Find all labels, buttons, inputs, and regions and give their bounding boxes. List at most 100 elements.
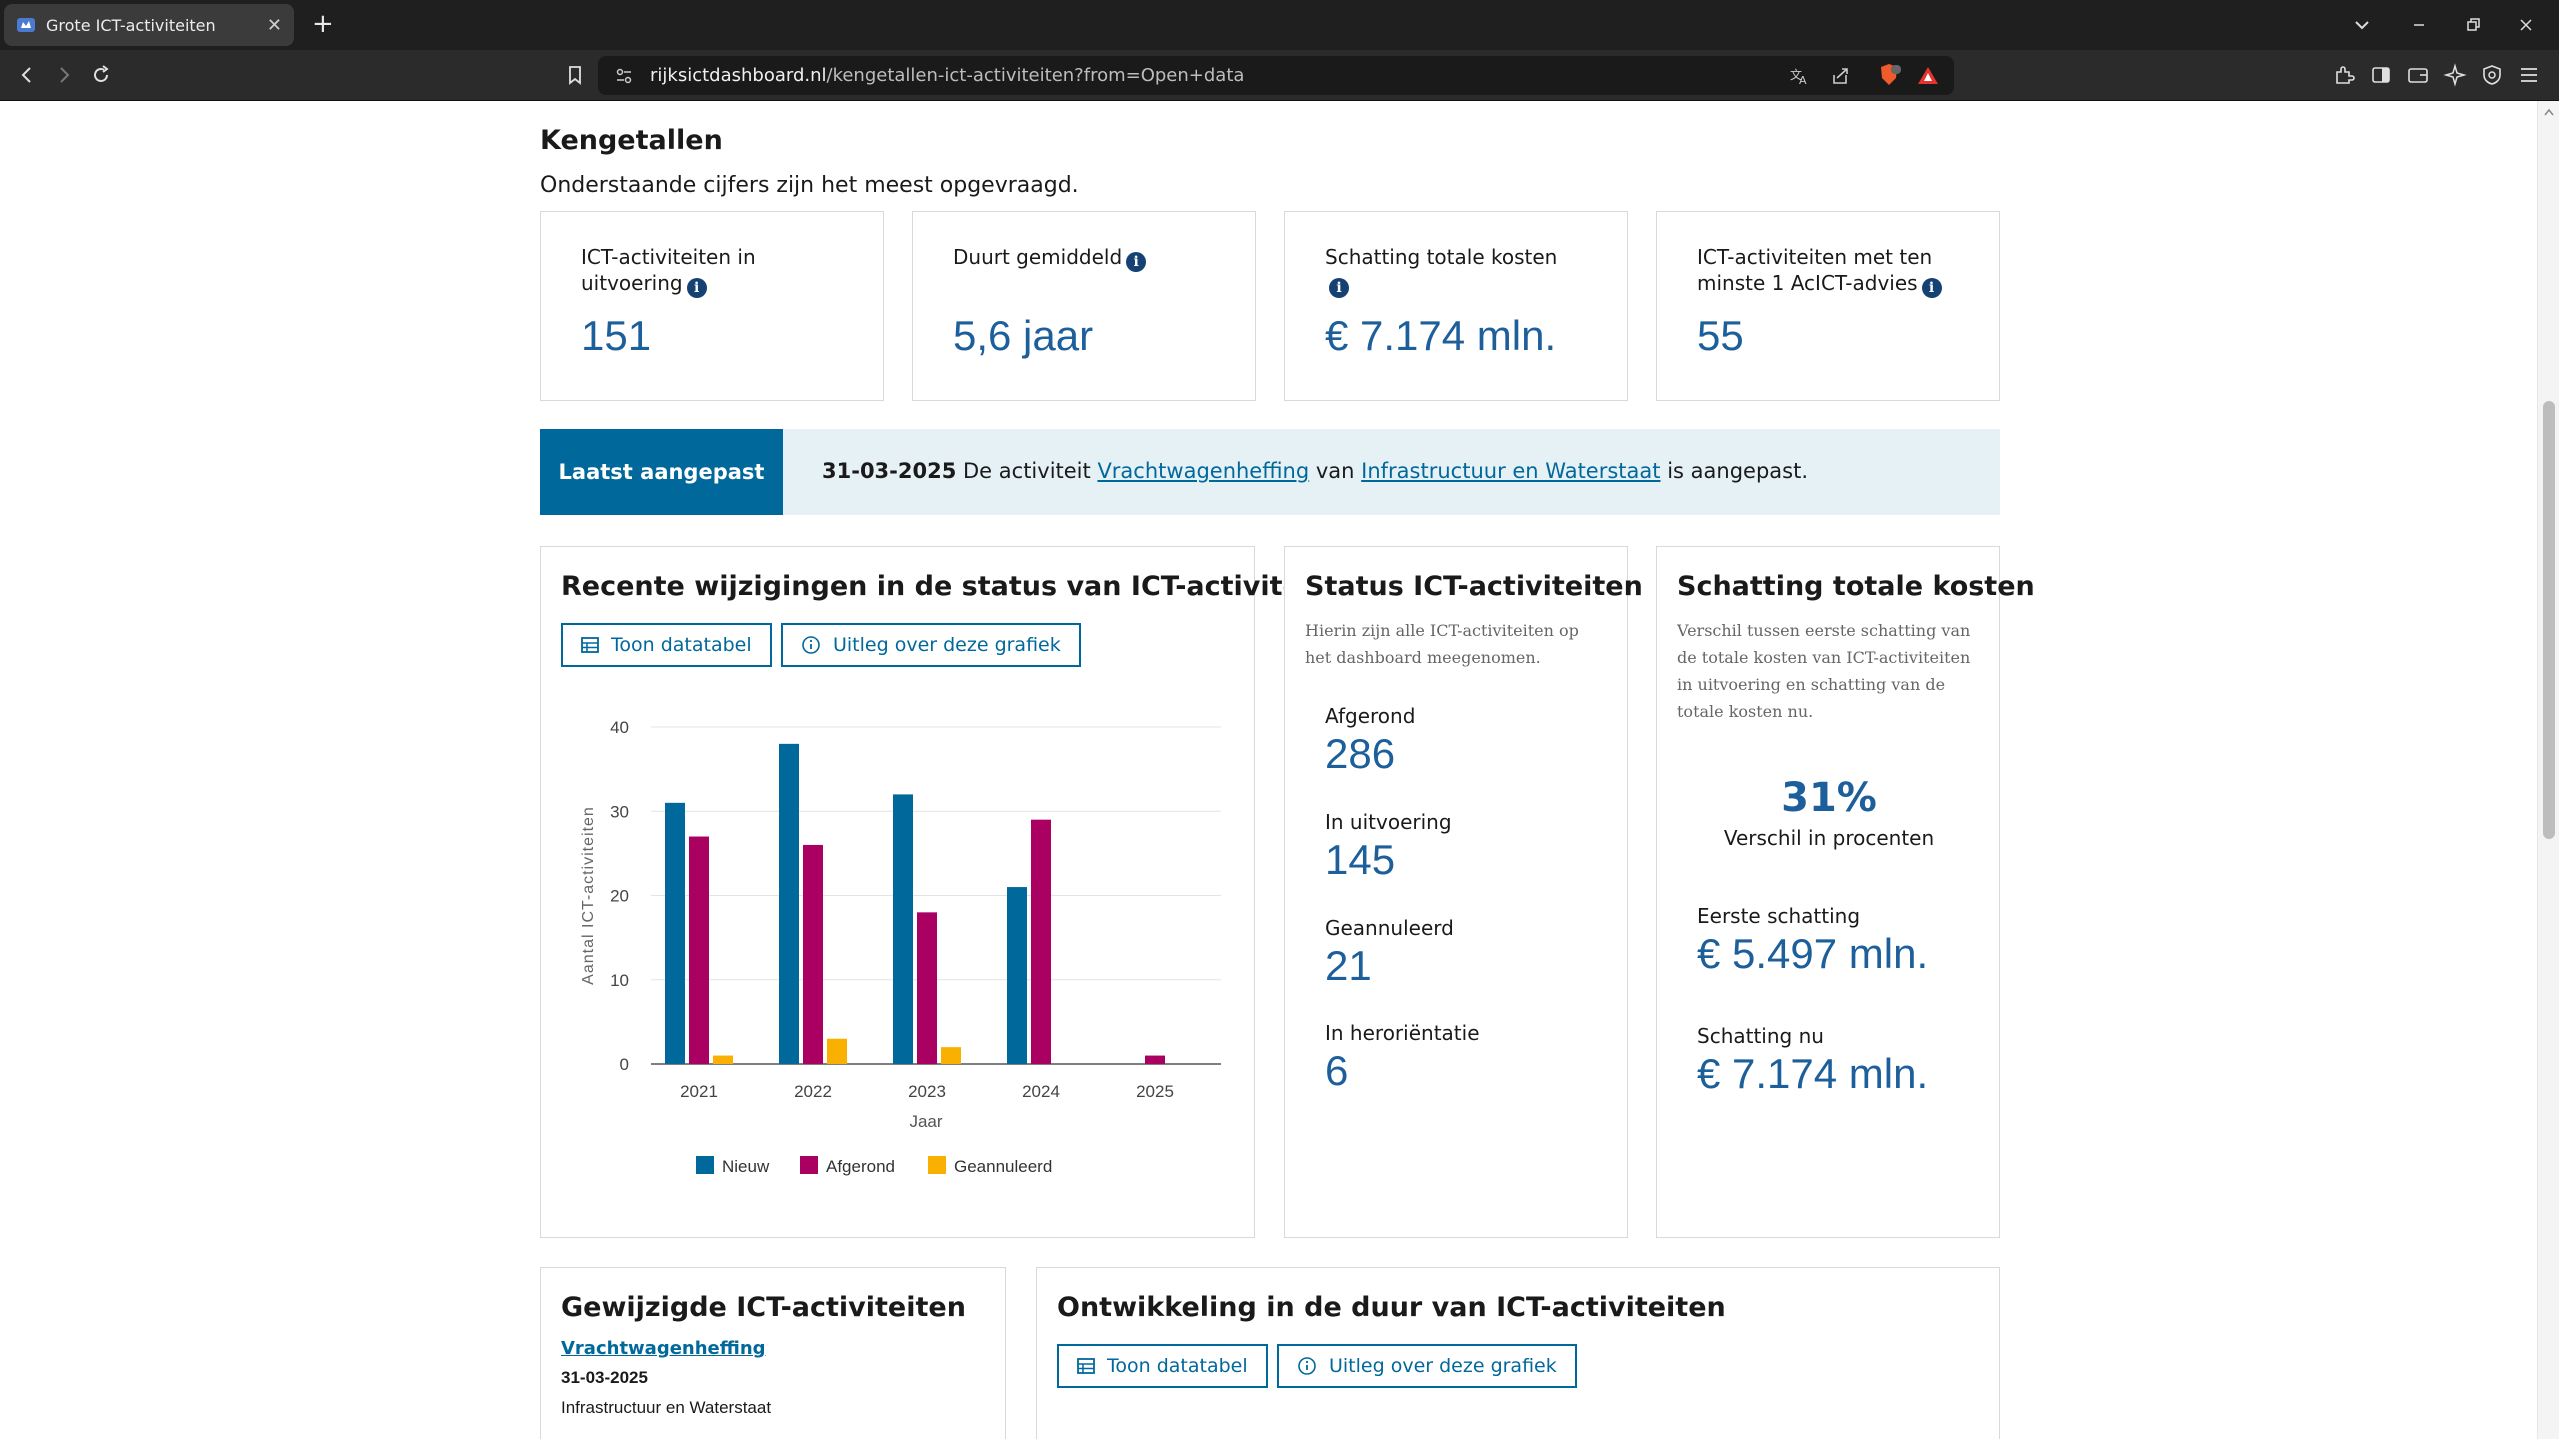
site-settings-icon[interactable] [614,66,634,86]
recent-changes-card: Recente wijzigingen in de status van ICT… [540,546,1361,1238]
svg-text:A: A [1799,74,1807,87]
changed-activity-link-text[interactable]: Vrachtwagenheffing [561,1338,766,1359]
tab-close-icon[interactable]: ✕ [267,15,282,36]
bar-afgerond-2024 [1031,819,1051,1064]
info-icon[interactable]: i [1126,252,1147,272]
changed-activity-link[interactable]: Vrachtwagenheffing [561,1338,766,1359]
cost-difference-label: Verschil in procenten [1723,826,1935,850]
kpi-card-duur: Duurt gemiddeld i 5,6 jaar [912,211,1256,401]
bar-nieuw-2021 [665,802,685,1064]
bar-afgerond-2023 [917,912,937,1064]
changed-activities-card: Gewijzigde ICT-activiteiten Vrachtwagenh… [540,1267,1006,1439]
kpi-label: ICT-activiteiten in uitvoering i [581,244,831,298]
cost-estimate-description: Verschil tussen eerste schatting van de … [1677,621,1971,721]
kpi-card-in-uitvoering: ICT-activiteiten in uitvoering i 151 [540,211,884,401]
back-icon[interactable] [15,63,39,87]
kpi-label-text: ICT-activiteiten met ten minste 1 AcICT-… [1697,245,1933,295]
explain-chart-button[interactable]: Uitleg over deze grafiek [781,623,1081,667]
restore-icon[interactable] [2464,16,2482,34]
bookmark-icon[interactable] [563,63,587,87]
browser-toolbar: rijksictdashboard.nl/kengetallen-ict-act… [0,50,2559,101]
info-circle-icon [801,635,821,655]
status-value-afgerond: 286 [1325,730,1396,777]
bar-geannuleerd-2022 [827,1038,847,1064]
bar-geannuleerd-2021 [713,1055,733,1064]
last-modified-banner: Laatst aangepast 31-03-2025 De activitei… [540,429,2000,515]
info-icon[interactable]: i [686,278,707,298]
kpi-label: ICT-activiteiten met ten minste 1 AcICT-… [1697,244,1947,298]
legend-swatch-nieuw [696,1156,714,1174]
banner-text-1: De activiteit [963,459,1091,483]
browser-tab-bar: Grote ICT-activiteiten ✕ + [0,0,2559,50]
address-bar[interactable]: rijksictdashboard.nl/kengetallen-ict-act… [598,56,1954,95]
x-tick-label: 2024 [1022,1082,1060,1101]
status-label-in-uitvoering: In uitvoering [1325,810,1452,834]
menu-icon[interactable] [2517,63,2541,87]
sidebar-icon[interactable] [2369,63,2393,87]
kpi-value: 5,6 jaar [953,312,1094,359]
status-description: Hierin zijn alle ICT-activiteiten op het… [1305,621,1579,667]
vpn-shield-icon[interactable] [2480,63,2504,87]
duration-explain-chart-button[interactable]: Uitleg over deze grafiek [1277,1344,1577,1388]
legend-swatch-afgerond [800,1156,818,1174]
scrollbar-thumb[interactable] [2543,401,2555,839]
translate-icon[interactable]: 文A [1788,65,1810,87]
browser-tab[interactable]: Grote ICT-activiteiten ✕ [4,4,294,46]
bar-nieuw-2023 [893,794,913,1064]
x-tick-label: 2021 [680,1082,718,1101]
status-label-afgerond: Afgerond [1325,704,1416,728]
kpi-card-acict-advies: ICT-activiteiten met ten minste 1 AcICT-… [1656,211,2000,401]
legend-label-afgerond: Afgerond [826,1157,895,1176]
bar-afgerond-2025 [1145,1055,1165,1064]
explain-chart-label: Uitleg over deze grafiek [833,634,1061,656]
x-tick-label: 2022 [794,1082,832,1101]
kpi-card-kosten: Schatting totale kosten i € 7.174 mln. [1284,211,1628,401]
banner-label: Laatst aangepast [540,429,783,515]
page-scrollbar[interactable] [2537,101,2559,1439]
site-favicon-icon [17,18,35,32]
show-datatable-label: Toon datatabel [611,634,752,656]
show-datatable-button[interactable]: Toon datatabel [561,623,772,667]
legend-label-geannuleerd: Geannuleerd [954,1157,1052,1176]
info-icon[interactable]: i [1921,278,1942,298]
duration-development-title: Ontwikkeling in de duur van ICT-activite… [1057,1292,1726,1323]
window-close-icon[interactable] [2517,16,2535,34]
banner-link-organisation[interactable]: Infrastructuur en Waterstaat [1361,459,1660,483]
x-axis-label: Jaar [909,1112,942,1131]
current-estimate-label: Schatting nu [1697,1024,1824,1048]
duration-show-datatable-button[interactable]: Toon datatabel [1057,1344,1268,1388]
bar-nieuw-2024 [1007,887,1027,1064]
new-tab-icon[interactable]: + [312,10,334,38]
scroll-up-icon[interactable] [2543,107,2555,117]
duration-development-card: Ontwikkeling in de duur van ICT-activite… [1036,1267,2000,1439]
recent-changes-title: Recente wijzigingen in de status van ICT… [561,571,1361,602]
url-path: /kengetallen-ict-activiteiten?from=Open+… [826,65,1245,86]
info-icon[interactable]: i [1329,278,1349,298]
status-label-in-herorientatie: In heroriëntatie [1325,1021,1480,1045]
y-tick-label: 30 [610,802,629,821]
brave-shield-icon[interactable] [1876,62,1902,88]
cost-estimate-title: Schatting totale kosten [1677,571,2035,602]
extensions-icon[interactable] [2332,63,2356,87]
reload-icon[interactable] [89,63,113,87]
banner-text-2: van [1315,459,1355,483]
share-icon[interactable] [1830,65,1852,87]
kengetallen-title: Kengetallen [540,125,723,156]
y-tick-label: 20 [610,887,629,906]
forward-icon[interactable] [52,63,76,87]
banner-link-activity[interactable]: Vrachtwagenheffing [1097,459,1309,483]
changed-activities-title: Gewijzigde ICT-activiteiten [561,1292,966,1323]
brave-rewards-icon[interactable] [1916,64,1940,88]
kengetallen-subtitle: Onderstaande cijfers zijn het meest opge… [540,173,1079,198]
tab-list-chevron-icon[interactable] [2353,16,2371,34]
duration-explain-chart-label: Uitleg over deze grafiek [1329,1355,1557,1377]
status-changes-bar-chart: 0 10 20 30 40 Aantal ICT-activiteiten 2021 2022… [580,718,1221,1176]
leo-ai-icon[interactable] [2443,63,2467,87]
minimize-icon[interactable] [2410,16,2428,34]
changed-activity-date: 31-03-2025 [561,1368,648,1387]
status-card: Status ICT-activiteiten Hierin zijn alle… [1284,546,1643,1238]
bar-afgerond-2021 [689,836,709,1064]
info-circle-icon [1297,1356,1317,1376]
wallet-icon[interactable] [2406,63,2430,87]
page-content: Kengetallen Onderstaande cijfers zijn he… [540,101,2035,1439]
